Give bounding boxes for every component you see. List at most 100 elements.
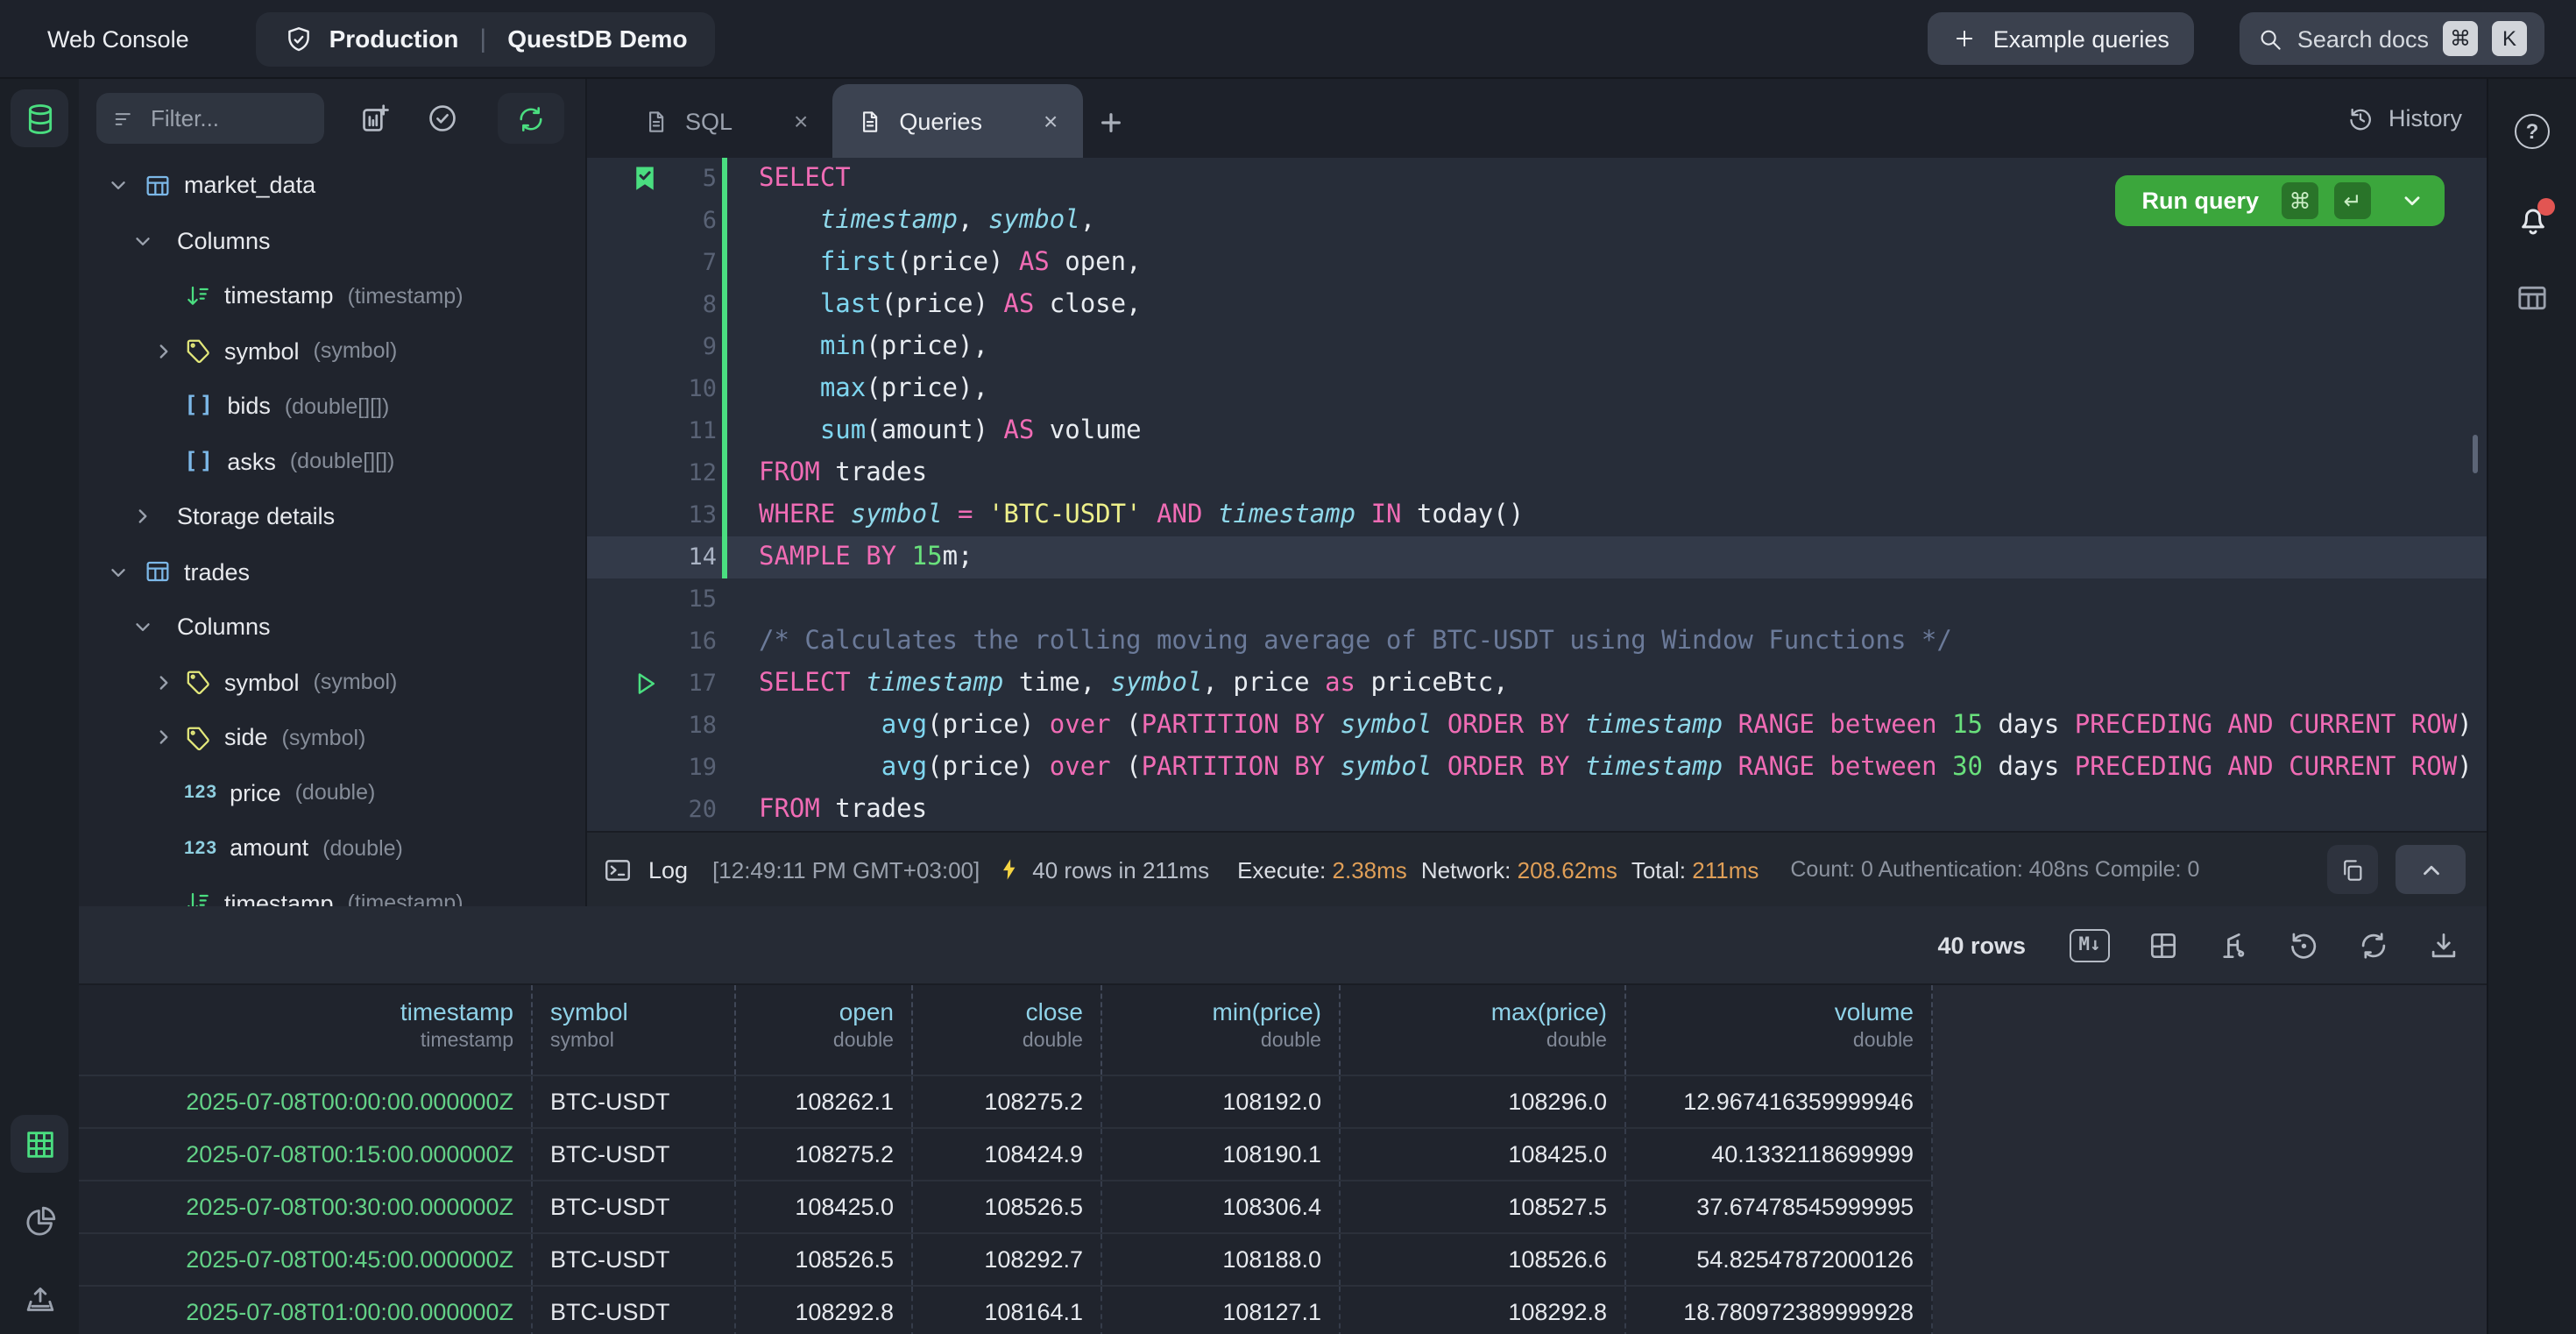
tree-item-timestamp[interactable]: timestamp(timestamp) [79, 268, 585, 323]
tab-queries[interactable]: Queries × [832, 84, 1082, 158]
chevron-right-icon[interactable] [152, 671, 175, 694]
table-row[interactable]: 2025-07-08T00:00:00.000000ZBTC-USDT10826… [79, 1076, 1933, 1129]
datasources-button[interactable] [11, 89, 68, 147]
chart-crane-icon[interactable] [2217, 928, 2250, 961]
table-row[interactable]: 2025-07-08T01:00:00.000000ZBTC-USDT10829… [79, 1287, 1933, 1334]
array-type-icon: [] [184, 449, 215, 475]
editor-line-20[interactable]: 20FROM trades [587, 789, 2487, 831]
filter-input[interactable]: Filter... [96, 93, 324, 144]
grid-view-button[interactable] [11, 1115, 68, 1173]
column-header-max-price-[interactable]: max(price)double [1341, 985, 1626, 1075]
column-header-close[interactable]: closedouble [913, 985, 1102, 1075]
copy-log-button[interactable] [2327, 845, 2378, 894]
close-icon[interactable]: × [1044, 107, 1058, 135]
tree-item-trades[interactable]: trades [79, 544, 585, 600]
example-queries-button[interactable]: Example queries [1928, 12, 2194, 65]
code-text: min(price), [759, 326, 988, 368]
tree-item-amount[interactable]: 123amount(double) [79, 820, 585, 876]
chevron-right-icon[interactable] [152, 727, 175, 749]
editor-line-19[interactable]: 19 avg(price) over (PARTITION BY symbol … [587, 747, 2487, 789]
sql-editor[interactable]: Run query ⌘ ↵ 5SELECT6 timestamp, symbol… [587, 158, 2487, 831]
tab-sql[interactable]: SQL × [619, 84, 832, 158]
tree-item-storage-details[interactable]: Storage details [79, 489, 585, 544]
editor-scrollbar[interactable] [2472, 435, 2478, 473]
chevron-down-icon[interactable] [107, 174, 130, 197]
schema-toolbar: Filter... [79, 79, 585, 158]
markdown-export-icon[interactable]: M↓ [2070, 928, 2110, 961]
import-button[interactable] [11, 1269, 68, 1327]
editor-line-13[interactable]: 13WHERE symbol = 'BTC-USDT' AND timestam… [587, 494, 2487, 536]
cell-open: 108262.1 [736, 1076, 913, 1127]
add-metrics-icon[interactable] [359, 102, 393, 135]
refresh-schema-button[interactable] [498, 93, 564, 144]
history-button[interactable]: History [2346, 79, 2462, 158]
tree-item-bids[interactable]: []bids(double[][]) [79, 379, 585, 434]
tree-item-side[interactable]: side(symbol) [79, 710, 585, 765]
column-header-volume[interactable]: volumedouble [1626, 985, 1933, 1075]
tree-item-symbol[interactable]: symbol(symbol) [79, 323, 585, 379]
editor-line-17[interactable]: 17SELECT timestamp time, symbol, price a… [587, 663, 2487, 705]
executed-region-bar [722, 200, 726, 242]
chevron-down-icon[interactable] [131, 230, 154, 252]
table-row[interactable]: 2025-07-08T00:15:00.000000ZBTC-USDT10827… [79, 1129, 1933, 1181]
table-panel-icon [2515, 280, 2550, 315]
column-header-symbol[interactable]: symbolsymbol [533, 985, 736, 1075]
line-number: 6 [654, 200, 717, 242]
refresh-results-icon[interactable] [2357, 928, 2390, 961]
log-timestamp: [12:49:11 PM GMT+03:00] [712, 856, 980, 883]
editor-line-10[interactable]: 10 max(price), [587, 368, 2487, 410]
schema-sidebar: Filter... market_dataColumnstimestamp(ti… [79, 79, 587, 906]
editor-line-14[interactable]: 14SAMPLE BY 15m; [587, 536, 2487, 578]
close-icon[interactable]: × [794, 107, 808, 135]
new-tab-button[interactable] [1096, 109, 1124, 137]
column-header-min-price-[interactable]: min(price)double [1102, 985, 1341, 1075]
editor-line-7[interactable]: 7 first(price) AS open, [587, 242, 2487, 284]
tree-item-timestamp[interactable]: timestamp(timestamp) [79, 876, 585, 906]
table-row[interactable]: 2025-07-08T00:45:00.000000ZBTC-USDT10852… [79, 1234, 1933, 1287]
tree-item-type: (double[][]) [290, 450, 395, 474]
column-type: double [1644, 1031, 1914, 1052]
chevron-down-icon[interactable] [131, 616, 154, 639]
collapse-log-button[interactable] [2396, 845, 2466, 894]
file-icon [857, 108, 883, 134]
chevron-right-icon[interactable] [152, 340, 175, 363]
layout-columns-icon[interactable] [2147, 928, 2180, 961]
tables-panel-button[interactable] [2503, 268, 2561, 326]
tree-item-price[interactable]: 123price(double) [79, 765, 585, 820]
column-header-timestamp[interactable]: timestamptimestamp [79, 985, 533, 1075]
restore-data-icon[interactable] [2287, 928, 2320, 961]
chevron-down-icon[interactable] [107, 561, 130, 584]
help-button[interactable]: ? [2503, 102, 2561, 160]
log-execute: Execute: 2.38ms [1237, 856, 1407, 883]
tree-item-asks[interactable]: []asks(double[][]) [79, 434, 585, 489]
download-icon[interactable] [2427, 928, 2460, 961]
table-icon [144, 558, 172, 586]
editor-line-9[interactable]: 9 min(price), [587, 326, 2487, 368]
editor-line-15[interactable]: 15 [587, 578, 2487, 621]
top-bar: Web Console Production | QuestDB Demo Ex… [0, 0, 2576, 79]
log-total: Total: 211ms [1631, 856, 1759, 883]
tree-item-columns[interactable]: Columns [79, 213, 585, 268]
column-type: double [1120, 1031, 1321, 1052]
kbd-k: K [2492, 21, 2527, 56]
chevron-right-icon[interactable] [131, 506, 154, 529]
editor-line-12[interactable]: 12FROM trades [587, 452, 2487, 494]
tree-item-symbol[interactable]: symbol(symbol) [79, 655, 585, 710]
editor-line-11[interactable]: 11 sum(amount) AS volume [587, 410, 2487, 452]
check-circle-icon[interactable] [426, 102, 459, 135]
editor-line-8[interactable]: 8 last(price) AS close, [587, 284, 2487, 326]
editor-line-18[interactable]: 18 avg(price) over (PARTITION BY symbol … [587, 705, 2487, 747]
tree-item-market-data[interactable]: market_data [79, 158, 585, 213]
chevron-down-icon[interactable] [2401, 189, 2424, 212]
cell-volume: 18.780972389999928 [1626, 1287, 1933, 1334]
search-docs-button[interactable]: Search docs ⌘ K [2240, 12, 2544, 65]
column-header-open[interactable]: opendouble [736, 985, 913, 1075]
table-row[interactable]: 2025-07-08T00:30:00.000000ZBTC-USDT10842… [79, 1181, 1933, 1234]
tree-item-columns[interactable]: Columns [79, 600, 585, 655]
run-query-button[interactable]: Run query ⌘ ↵ [2115, 175, 2445, 226]
instance-badge[interactable]: Production | QuestDB Demo [256, 11, 716, 66]
notifications-button[interactable] [2503, 191, 2561, 249]
plus-icon [1953, 26, 1978, 51]
chart-view-button[interactable] [11, 1192, 68, 1250]
editor-line-16[interactable]: 16/* Calculates the rolling moving avera… [587, 621, 2487, 663]
